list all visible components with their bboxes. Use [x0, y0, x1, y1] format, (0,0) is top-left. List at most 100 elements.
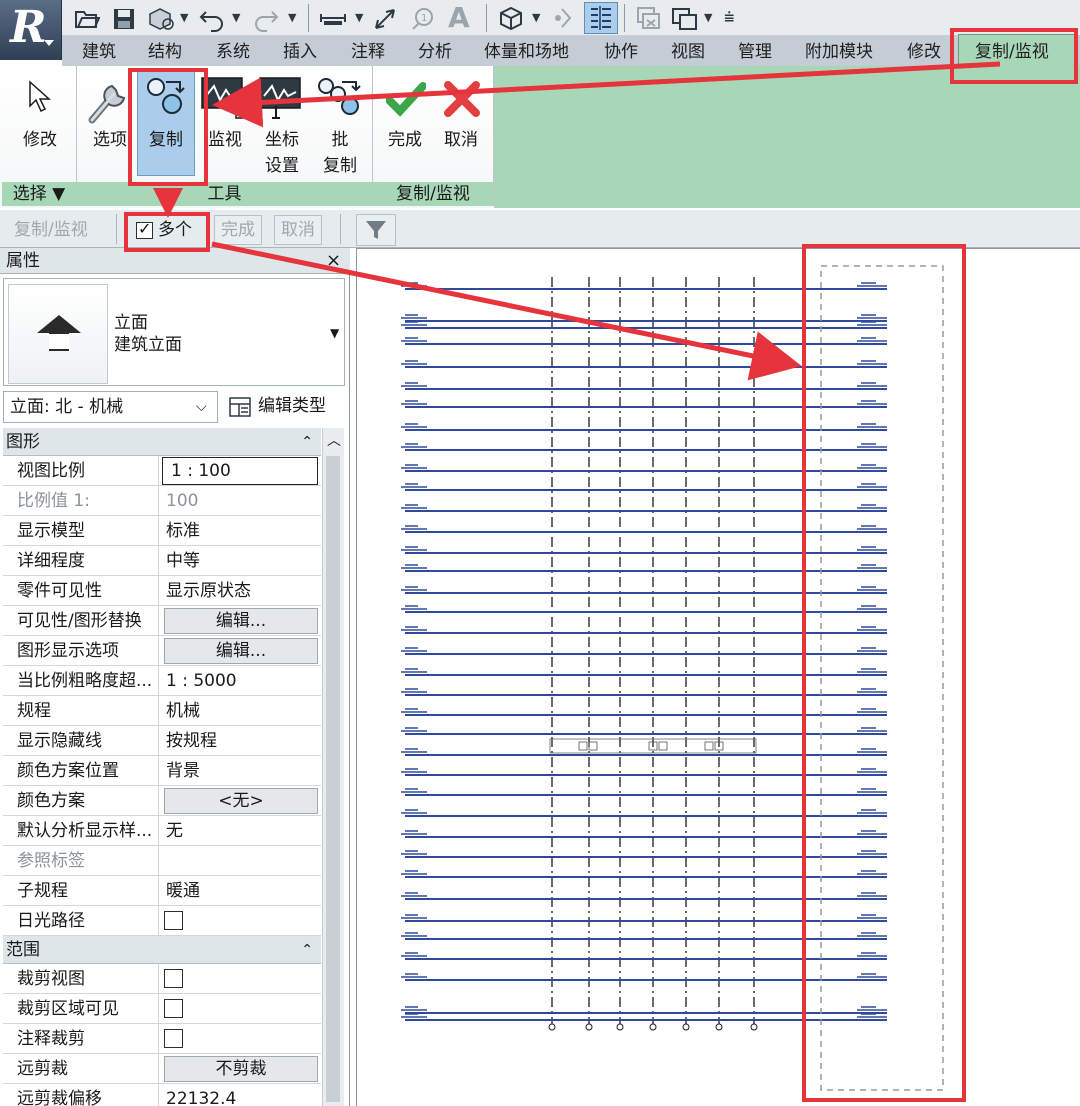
tab-collaborate[interactable]: 协作: [604, 40, 638, 64]
property-value-input[interactable]: 1 : 100: [162, 457, 318, 485]
property-value[interactable]: [160, 994, 321, 1024]
panel-title-select[interactable]: 选择 ▼: [2, 182, 76, 206]
section-icon[interactable]: [550, 4, 576, 32]
finish-button[interactable]: 完成: [382, 128, 428, 152]
redo-dropdown-icon[interactable]: ▼: [288, 4, 296, 32]
property-value[interactable]: 机械: [160, 696, 321, 726]
sync-dropdown-icon[interactable]: ▼: [180, 4, 188, 32]
options-cancel-button[interactable]: 取消: [274, 215, 322, 245]
property-value[interactable]: 暖通: [160, 876, 321, 906]
property-label: 详细程度: [3, 546, 159, 576]
batch-copy-button-line1[interactable]: 批: [318, 128, 362, 152]
svg-text:1: 1: [421, 13, 427, 24]
property-value-button[interactable]: 编辑...: [164, 608, 318, 634]
edit-type-button[interactable]: 编辑类型: [224, 391, 344, 423]
tab-architecture[interactable]: 建筑: [82, 40, 116, 64]
3d-view-dropdown-icon[interactable]: ▼: [532, 4, 540, 32]
text-icon[interactable]: A: [448, 4, 470, 32]
scroll-up-icon[interactable]: ︿: [327, 430, 341, 450]
property-label: 裁剪视图: [3, 964, 159, 994]
options-bar-context-label: 复制/监视: [14, 220, 88, 240]
property-value[interactable]: 中等: [160, 546, 321, 576]
grid-bubble: [750, 1023, 758, 1031]
property-checkbox[interactable]: [164, 999, 183, 1018]
tab-annotate[interactable]: 注释: [351, 40, 385, 64]
close-icon[interactable]: ×: [326, 248, 341, 274]
cancel-x-icon[interactable]: [443, 80, 481, 123]
batch-copy-icon[interactable]: [316, 76, 364, 127]
aligned-dimension-icon[interactable]: [372, 4, 398, 32]
finish-checkmark-icon[interactable]: [385, 80, 427, 123]
cancel-button[interactable]: 取消: [438, 128, 484, 152]
switch-windows-icon[interactable]: [670, 4, 700, 32]
filter-icon[interactable]: [356, 214, 396, 246]
tab-systems[interactable]: 系统: [216, 40, 250, 64]
property-value[interactable]: 22132.4: [160, 1084, 321, 1106]
property-value[interactable]: 显示原状态: [160, 576, 321, 606]
property-value[interactable]: [160, 906, 321, 936]
tab-massing-site[interactable]: 体量和场地: [484, 40, 569, 64]
close-hidden-windows-icon[interactable]: [634, 4, 662, 32]
property-group-header[interactable]: 图形 ⌃: [3, 428, 321, 456]
property-value[interactable]: 标准: [160, 516, 321, 546]
coordination-settings-button-line2[interactable]: 设置: [258, 154, 306, 178]
switch-windows-dropdown-icon[interactable]: ▼: [704, 4, 712, 32]
property-label: 图形显示选项: [3, 636, 159, 666]
options-finish-button[interactable]: 完成: [214, 215, 262, 245]
modify-button[interactable]: 修改: [14, 128, 66, 152]
property-value[interactable]: 无: [160, 816, 321, 846]
tab-manage[interactable]: 管理: [738, 40, 772, 64]
measure-dropdown-icon[interactable]: ▼: [355, 4, 363, 32]
property-checkbox[interactable]: [164, 911, 183, 930]
property-checkbox[interactable]: [164, 1029, 183, 1048]
collapse-chevron-icon[interactable]: ⌃: [301, 428, 313, 456]
sync-icon[interactable]: [146, 4, 176, 32]
chevron-down-icon: ⌵: [196, 399, 207, 415]
property-value[interactable]: [160, 1024, 321, 1054]
property-value[interactable]: [160, 964, 321, 994]
property-row: 可见性/图形替换 编辑...: [3, 606, 321, 636]
modify-cursor-icon[interactable]: [26, 80, 54, 119]
tab-structure[interactable]: 结构: [148, 40, 182, 64]
properties-scrollbar[interactable]: ︿: [322, 428, 344, 1106]
instance-selector[interactable]: 立面: 北 - 机械 ⌵: [3, 391, 218, 423]
property-value[interactable]: 1 : 5000: [160, 666, 321, 696]
tab-insert[interactable]: 插入: [283, 40, 317, 64]
default-3d-view-icon[interactable]: [496, 4, 526, 32]
property-checkbox[interactable]: [164, 969, 183, 988]
save-icon[interactable]: [112, 4, 136, 32]
property-label: 子规程: [3, 876, 159, 906]
property-group-label: 图形: [6, 432, 40, 452]
thin-lines-icon[interactable]: [584, 2, 618, 34]
scrollbar-thumb[interactable]: [326, 456, 340, 1102]
tag-icon[interactable]: 1: [410, 4, 436, 32]
redo-icon[interactable]: [252, 4, 280, 32]
property-group-label: 范围: [6, 940, 40, 960]
measure-icon[interactable]: [318, 4, 348, 32]
property-value-button[interactable]: <无>: [164, 788, 318, 814]
type-dropdown-icon[interactable]: ▼: [330, 326, 339, 340]
property-row: 裁剪区域可见: [3, 994, 321, 1024]
property-value-button[interactable]: 编辑...: [164, 638, 318, 664]
tab-view[interactable]: 视图: [671, 40, 705, 64]
options-button[interactable]: 选项: [86, 128, 134, 152]
tab-modify[interactable]: 修改: [907, 40, 941, 64]
undo-dropdown-icon[interactable]: ▼: [232, 4, 240, 32]
property-value[interactable]: 按规程: [160, 726, 321, 756]
undo-icon[interactable]: [198, 4, 226, 32]
property-group-header[interactable]: 范围 ⌃: [3, 936, 321, 964]
property-row: 规程 机械: [3, 696, 321, 726]
batch-copy-button-line2[interactable]: 复制: [318, 154, 362, 178]
property-value[interactable]: 背景: [160, 756, 321, 786]
tab-analyze[interactable]: 分析: [418, 40, 452, 64]
open-folder-icon[interactable]: [74, 4, 101, 32]
collapse-chevron-icon[interactable]: ⌃: [301, 936, 313, 964]
customize-qat-icon[interactable]: ⩧: [724, 4, 735, 32]
property-label: 裁剪区域可见: [3, 994, 159, 1024]
tab-addins[interactable]: 附加模块: [805, 40, 873, 64]
revit-r-icon[interactable]: R: [0, 0, 62, 60]
coordination-settings-button-line1[interactable]: 坐标: [258, 128, 306, 152]
elevation-drawing[interactable]: [357, 249, 1080, 1106]
coordination-settings-icon[interactable]: [258, 76, 306, 125]
property-value-button[interactable]: 不剪裁: [164, 1056, 318, 1082]
